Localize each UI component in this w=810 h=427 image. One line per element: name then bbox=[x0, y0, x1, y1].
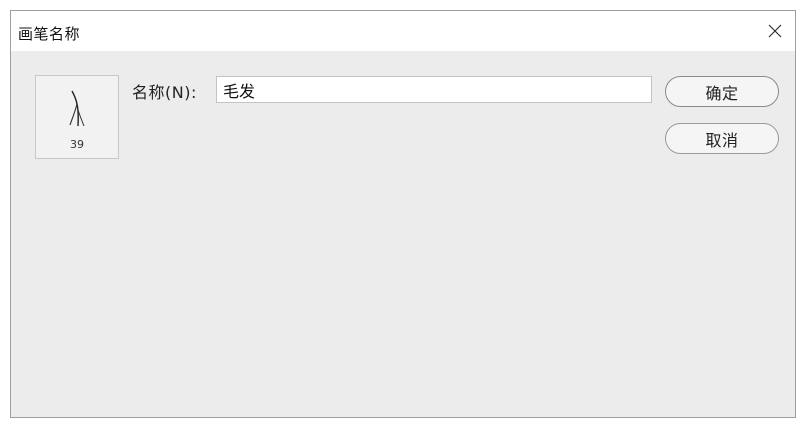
dialog-title: 画笔名称 bbox=[18, 25, 81, 43]
ok-button[interactable]: 确定 bbox=[665, 76, 779, 107]
title-bar: 画笔名称 bbox=[11, 11, 795, 51]
hair-brush-stroke-icon bbox=[69, 90, 85, 127]
cancel-button[interactable]: 取消 bbox=[665, 123, 779, 154]
name-label: 名称(N): bbox=[132, 83, 197, 102]
brush-name-dialog: 画笔名称 39 名称(N): 确定 取消 bbox=[10, 10, 796, 418]
brush-preview: 39 bbox=[35, 75, 119, 159]
brush-size-label: 39 bbox=[70, 138, 84, 151]
close-icon bbox=[768, 24, 782, 38]
close-button[interactable] bbox=[757, 15, 793, 47]
brush-name-input[interactable] bbox=[216, 76, 652, 103]
